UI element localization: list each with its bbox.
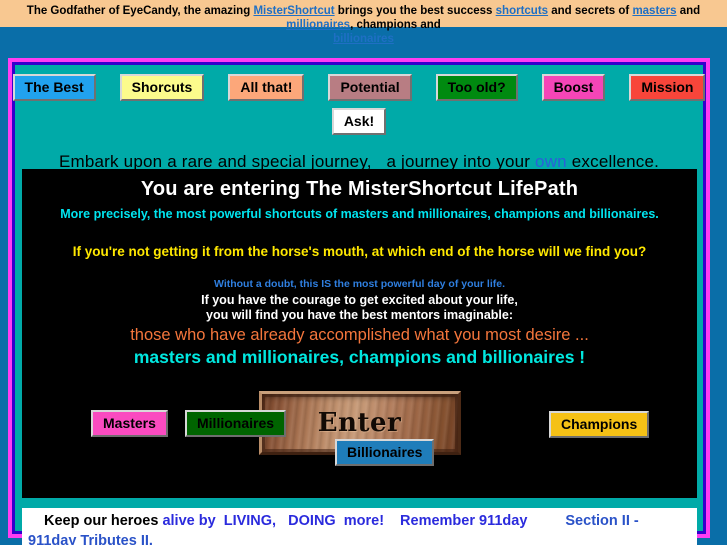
lower-button-masters[interactable]: Masters: [91, 410, 168, 437]
banner-text-5: , champions and: [350, 19, 441, 31]
panel-cyan-line: masters and millionaires, champions and …: [133, 347, 586, 367]
nav-label: Potential: [340, 79, 400, 95]
banner-link-billionaires[interactable]: billionaires: [333, 33, 394, 45]
nav-label: Boost: [553, 79, 594, 95]
nav-button-row: The Best Shorcuts All that! Potential To…: [12, 65, 706, 101]
nav-label: The Best: [24, 79, 84, 95]
footer-bar: Keep our heroes alive by LIVING, DOING m…: [22, 508, 697, 545]
banner-link-masters[interactable]: masters: [632, 5, 676, 17]
nav-button-potential[interactable]: Potential: [328, 74, 412, 101]
panel-white-line-1: If you have the courage to get excited a…: [201, 293, 518, 307]
banner-text-2: brings you the best success: [334, 5, 496, 17]
nav-label: Too old?: [447, 79, 506, 95]
ask-label: Ask!: [343, 113, 375, 129]
footer-period: .: [148, 533, 153, 545]
teal-content-area: The Best Shorcuts All that! Potential To…: [12, 62, 706, 545]
banner-text-4: and: [676, 5, 701, 17]
footer-link-remember-911day[interactable]: Remember 911day: [400, 513, 527, 529]
lower-button-billionaires[interactable]: Billionaires: [335, 439, 435, 466]
nav-label: Mission: [641, 79, 694, 95]
nav-button-shorcuts[interactable]: Shorcuts: [119, 74, 205, 101]
banner-text-1: The Godfather of EyeCandy, the amazing: [26, 5, 254, 17]
nav-label: All that!: [240, 79, 293, 95]
panel-heading: You are entering The MisterShortcut Life…: [140, 178, 579, 200]
banner-link-millionaires[interactable]: millionaires: [286, 19, 350, 31]
nav-button-the-best[interactable]: The Best: [12, 74, 96, 101]
lower-button-row: Masters Millionaires Champions Billionai…: [22, 410, 697, 490]
top-banner: The Godfather of EyeCandy, the amazing M…: [0, 0, 727, 45]
nav-button-mission[interactable]: Mission: [629, 74, 706, 101]
panel-white-line-2: you will find you have the best mentors …: [206, 308, 513, 322]
panel-small-blue: Without a doubt, this IS the most powerf…: [214, 278, 505, 290]
banner-link-mistershortcut[interactable]: MisterShortcut: [253, 5, 334, 17]
footer-link-section-ii[interactable]: Section II -: [565, 513, 638, 529]
ask-button[interactable]: Ask!: [331, 108, 387, 135]
nav-button-too-old[interactable]: Too old?: [435, 74, 518, 101]
lower-button-millionaires[interactable]: Millionaires: [185, 410, 287, 437]
lower-button-label: Billionaires: [347, 444, 423, 460]
magenta-frame: The Best Shorcuts All that! Potential To…: [8, 58, 710, 545]
nav-label: Shorcuts: [131, 79, 193, 95]
lower-button-champions[interactable]: Champions: [549, 411, 650, 438]
footer-link-alive-by-living[interactable]: alive by LIVING, DOING more!: [162, 513, 384, 529]
lower-button-label: Millionaires: [197, 415, 275, 431]
tagline: Embark upon a rare and special journey, …: [15, 135, 703, 172]
lower-button-label: Champions: [561, 416, 638, 432]
lower-button-label: Masters: [103, 415, 156, 431]
banner-text-3: and secrets of: [548, 5, 633, 17]
panel-question: If you're not getting it from the horse'…: [72, 244, 647, 259]
ask-button-row: Ask!: [15, 101, 703, 135]
panel-orange-line: those who have already accomplished what…: [130, 326, 589, 344]
footer-text-black: Keep our heroes: [44, 513, 163, 529]
nav-button-all-that[interactable]: All that!: [228, 74, 305, 101]
nav-button-boost[interactable]: Boost: [541, 74, 606, 101]
footer-link-911day-tributes[interactable]: 911day Tributes II: [28, 533, 149, 545]
main-black-panel: You are entering The MisterShortcut Life…: [22, 169, 697, 498]
banner-link-shortcuts[interactable]: shortcuts: [496, 5, 548, 17]
panel-subheading: More precisely, the most powerful shortc…: [60, 207, 659, 221]
page-root: The Godfather of EyeCandy, the amazing M…: [0, 0, 727, 545]
